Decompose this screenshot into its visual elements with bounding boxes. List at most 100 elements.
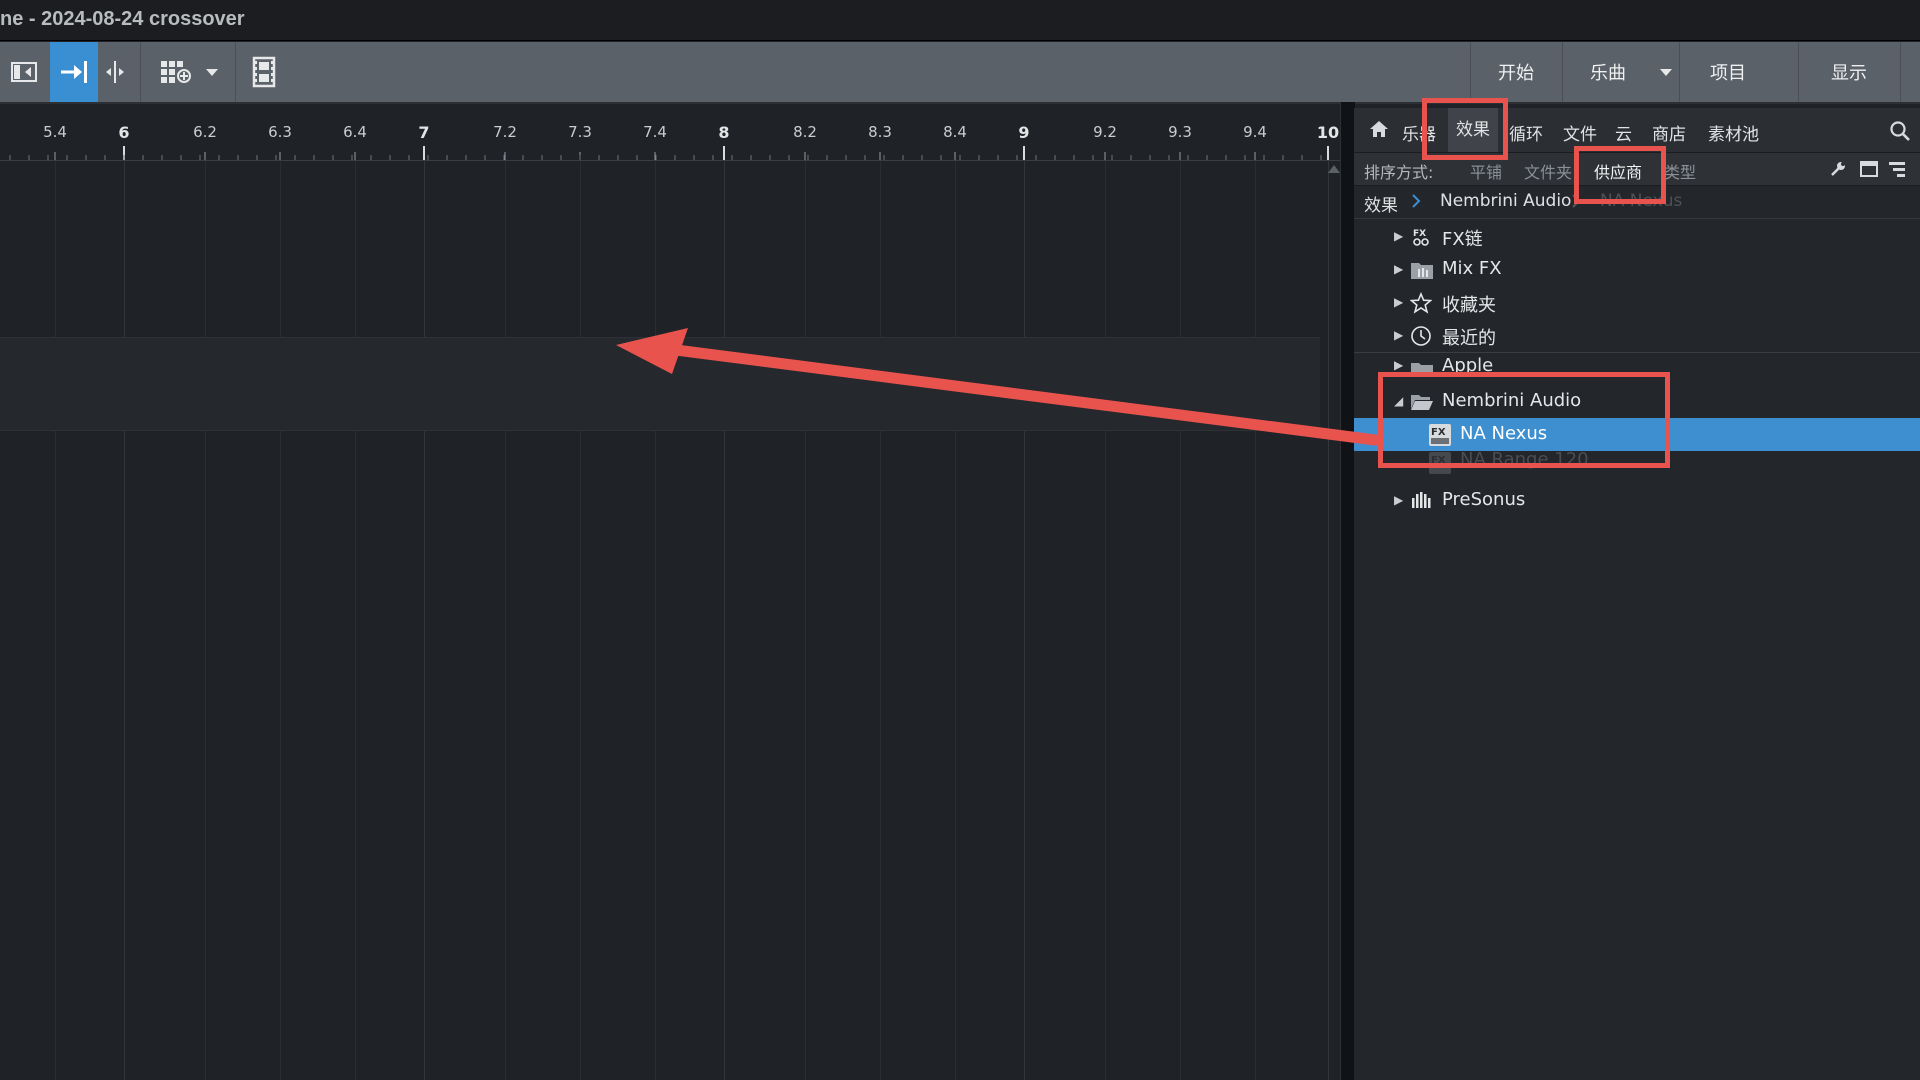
timeline-ruler[interactable]: 5.4 6 6.2 6.3 6.4 7 7.2 7.3 7.4 8 8.2 8.3 8.4 9 9.2 9.3… bbox=[0, 108, 1340, 161]
grid-dropdown-button[interactable] bbox=[200, 42, 224, 102]
nav-song-button[interactable]: 乐曲 bbox=[1563, 42, 1653, 102]
grid-line bbox=[955, 161, 956, 1080]
ruler-tick-label: 5.4 bbox=[43, 123, 67, 141]
folder-icon bbox=[1410, 259, 1433, 281]
tab-loops[interactable]: 循环 bbox=[1509, 120, 1543, 145]
grid-line bbox=[55, 161, 56, 1080]
expand-arrow-icon[interactable]: ▶ bbox=[1394, 253, 1403, 286]
tree-item-recent[interactable]: ▶ 最近的 bbox=[1354, 319, 1920, 352]
breadcrumb-root[interactable]: 效果 bbox=[1364, 191, 1398, 216]
ruler-tick-label: 8 bbox=[718, 123, 730, 142]
arrange-view[interactable] bbox=[0, 161, 1340, 1080]
chevron-down-icon bbox=[204, 66, 220, 78]
highlight-plugin-selection bbox=[1378, 372, 1670, 468]
scroll-up-arrow[interactable] bbox=[1328, 165, 1340, 173]
grid-line bbox=[1024, 161, 1025, 1080]
grid-line bbox=[724, 161, 725, 1080]
grid-line bbox=[424, 161, 425, 1080]
tab-cloud[interactable]: 云 bbox=[1615, 120, 1632, 145]
inspector-toggle-icon bbox=[9, 60, 39, 84]
grid-line bbox=[580, 161, 581, 1080]
grid-line bbox=[280, 161, 281, 1080]
tree-item-label: 最近的 bbox=[1442, 328, 1496, 349]
toolbar-separator bbox=[140, 42, 141, 102]
expand-arrow-icon[interactable]: ▶ bbox=[1394, 286, 1403, 319]
inspector-toggle-button[interactable] bbox=[0, 42, 48, 102]
chevron-right-icon bbox=[1410, 192, 1422, 214]
fx-chain-icon: FX bbox=[1410, 226, 1432, 248]
track-lane[interactable] bbox=[0, 337, 1320, 431]
video-button[interactable] bbox=[248, 42, 280, 102]
tree-item-mixfx[interactable]: ▶ Mix FX bbox=[1354, 253, 1920, 286]
ruler-tick-label: 9.4 bbox=[1243, 123, 1267, 141]
ruler-tick-label: 7 bbox=[418, 123, 430, 142]
tree-item-favorites[interactable]: ▶ 收藏夹 bbox=[1354, 286, 1920, 319]
window-title: ne - 2024-08-24 crossover bbox=[0, 8, 245, 30]
nav-display-button[interactable]: 显示 bbox=[1799, 42, 1899, 102]
home-icon[interactable] bbox=[1368, 118, 1390, 144]
expand-arrow-icon[interactable]: ▶ bbox=[1394, 484, 1403, 517]
browser-panel: 乐器 效果 循环 文件 云 商店 素材池 排序方式: 平铺 文件夹 供应商 类型 bbox=[1354, 108, 1920, 1080]
grid-line bbox=[1328, 161, 1329, 1080]
grid-add-button[interactable] bbox=[155, 42, 197, 102]
ruler-tick-label: 9 bbox=[1018, 123, 1030, 142]
sort-flat-option[interactable]: 平铺 bbox=[1470, 159, 1502, 183]
ruler-tick-label: 8.3 bbox=[868, 123, 892, 141]
grid-line bbox=[1255, 161, 1256, 1080]
ruler-tick-label: 9.3 bbox=[1168, 123, 1192, 141]
ruler-tick-label: 6 bbox=[118, 123, 130, 142]
tree-item-fxchain[interactable]: ▶ FX FX链 bbox=[1354, 220, 1920, 253]
tree-item-label: Mix FX bbox=[1442, 258, 1502, 279]
grid-line bbox=[1105, 161, 1106, 1080]
tab-pool[interactable]: 素材池 bbox=[1708, 120, 1759, 145]
split-icon bbox=[103, 58, 127, 86]
panel-splitter[interactable] bbox=[1340, 102, 1355, 1080]
tree-item-label: 收藏夹 bbox=[1442, 295, 1496, 316]
svg-text:FX: FX bbox=[1413, 229, 1426, 239]
presonus-logo-icon bbox=[1410, 490, 1432, 512]
ruler-tick-label: 9.2 bbox=[1093, 123, 1117, 141]
snap-right-button[interactable] bbox=[50, 42, 98, 102]
expand-arrow-icon[interactable]: ▶ bbox=[1394, 319, 1403, 352]
tree-item-label: FX链 bbox=[1442, 229, 1483, 250]
ruler-tick-label: 8.4 bbox=[943, 123, 967, 141]
film-icon bbox=[251, 56, 277, 88]
tab-files[interactable]: 文件 bbox=[1563, 120, 1597, 145]
grid-line bbox=[505, 161, 506, 1080]
ruler-tick-label: 8.2 bbox=[793, 123, 817, 141]
expand-arrow-icon[interactable]: ▶ bbox=[1394, 220, 1403, 253]
nav-project-button[interactable]: 项目 bbox=[1680, 42, 1776, 102]
breadcrumb-vendor[interactable]: Nembrini Audio bbox=[1440, 191, 1571, 211]
tab-shop[interactable]: 商店 bbox=[1652, 120, 1686, 145]
toolbar-separator bbox=[235, 42, 236, 102]
search-icon[interactable] bbox=[1889, 120, 1911, 146]
nav-start-button[interactable]: 开始 bbox=[1471, 42, 1561, 102]
sort-type-option[interactable]: 类型 bbox=[1664, 159, 1696, 183]
chevron-down-icon bbox=[1658, 66, 1674, 78]
daw-window: ne - 2024-08-24 crossover 开始 乐曲 项目 显示 5.… bbox=[0, 0, 1920, 1080]
wrench-icon[interactable] bbox=[1828, 159, 1848, 183]
snap-right-icon bbox=[58, 58, 90, 86]
clock-icon bbox=[1410, 325, 1432, 347]
grid-line bbox=[205, 161, 206, 1080]
main-toolbar: 开始 乐曲 项目 显示 bbox=[0, 42, 1920, 104]
ruler-tick-label: 6.2 bbox=[193, 123, 217, 141]
grid-add-icon bbox=[158, 57, 194, 87]
split-button[interactable] bbox=[100, 42, 130, 102]
sort-label: 排序方式: bbox=[1364, 163, 1434, 182]
grid-line bbox=[655, 161, 656, 1080]
grid-line bbox=[1180, 161, 1181, 1080]
song-dropdown-button[interactable] bbox=[1653, 42, 1679, 102]
ruler-tick-label: 6.3 bbox=[268, 123, 292, 141]
ruler-tick-label: 10 bbox=[1316, 123, 1340, 142]
ruler-tick-label: 7.2 bbox=[493, 123, 517, 141]
ruler-tick-label: 7.3 bbox=[568, 123, 592, 141]
title-bar: ne - 2024-08-24 crossover bbox=[0, 0, 1920, 41]
sort-folder-option[interactable]: 文件夹 bbox=[1524, 159, 1572, 183]
list-view-icon[interactable] bbox=[1887, 159, 1907, 183]
highlight-effects-tab bbox=[1422, 98, 1508, 160]
grid-line bbox=[124, 161, 125, 1080]
highlight-vendor-sort bbox=[1574, 146, 1666, 204]
tree-item-presonus[interactable]: ▶ PreSonus bbox=[1354, 484, 1920, 517]
window-icon[interactable] bbox=[1859, 159, 1879, 183]
